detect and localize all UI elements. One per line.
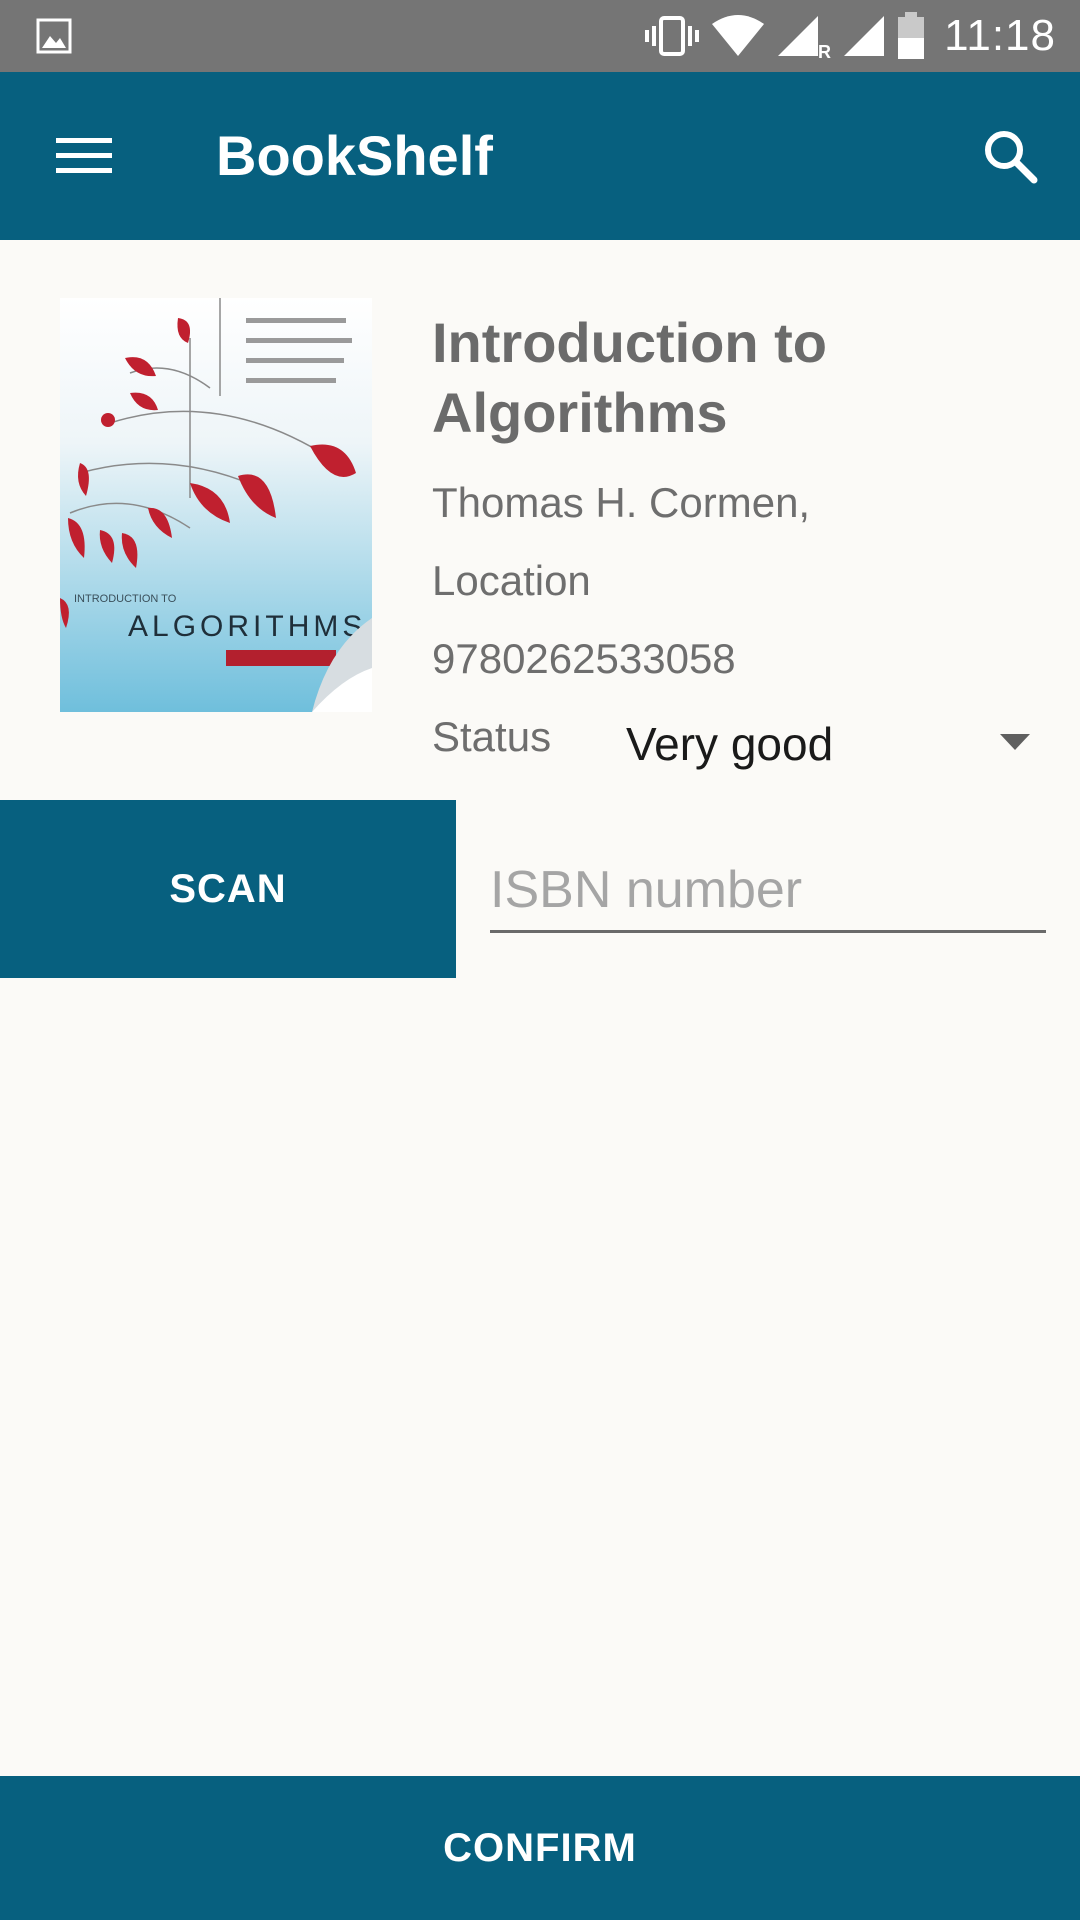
status-icons: R 11:18	[634, 10, 1056, 62]
book-cover-image: INTRODUCTION TO ALGORITHMS	[60, 298, 372, 712]
book-isbn: 9780262533058	[432, 635, 736, 682]
status-dropdown[interactable]: Very good	[626, 708, 1036, 778]
status-selected-value: Very good	[626, 718, 834, 770]
isbn-input[interactable]	[490, 850, 1046, 933]
signal-roaming-icon: R	[778, 16, 831, 58]
book-author: Thomas H. Cormen,	[432, 479, 811, 526]
battery-icon	[898, 12, 925, 59]
confirm-button[interactable]: CONFIRM	[0, 1776, 1080, 1920]
app-title: BookShelf	[216, 124, 493, 187]
cover-title: ALGORITHMS	[128, 610, 366, 643]
status-label: Status	[432, 713, 552, 760]
app-bar: BookShelf	[0, 72, 1080, 240]
status-bar: R 11:18	[0, 0, 1080, 72]
wifi-icon	[712, 15, 765, 56]
book-title: Introduction to Algorithms	[432, 311, 828, 444]
menu-icon[interactable]	[56, 134, 112, 178]
search-icon[interactable]	[980, 126, 1040, 186]
cover-subtitle: INTRODUCTION TO	[74, 593, 177, 605]
vibrate-icon	[645, 16, 700, 56]
svg-text:R: R	[818, 42, 831, 58]
dropdown-arrow-icon	[1000, 734, 1030, 750]
book-location: Location	[432, 557, 591, 604]
clock: 11:18	[944, 11, 1056, 60]
scan-button[interactable]: SCAN	[0, 800, 456, 978]
gallery-icon	[36, 18, 72, 54]
signal-icon	[844, 16, 885, 56]
